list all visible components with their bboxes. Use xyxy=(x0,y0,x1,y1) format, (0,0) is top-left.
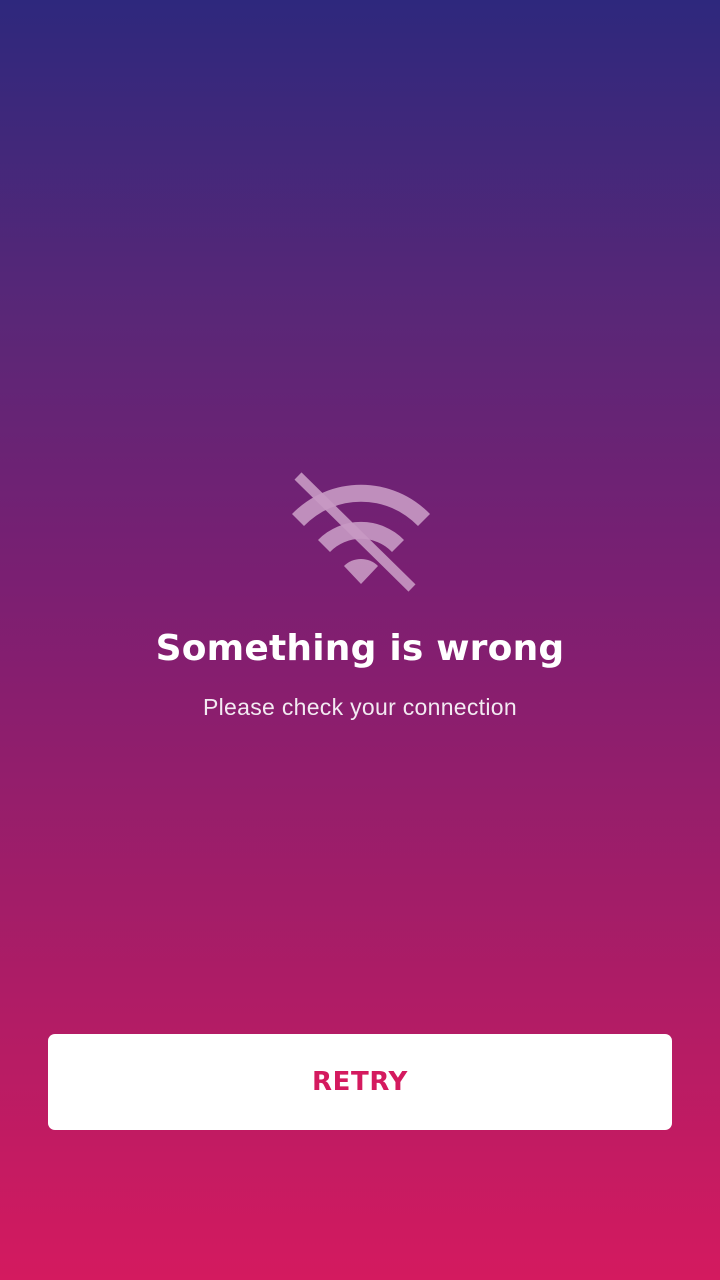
retry-button-label: RETRY xyxy=(312,1067,408,1097)
error-message: Please check your connection xyxy=(203,694,517,720)
wifi-off-icon xyxy=(292,472,430,592)
retry-button[interactable]: RETRY xyxy=(48,1034,672,1130)
error-screen: Something is wrong Please check your con… xyxy=(0,0,720,1280)
error-title: Something is wrong xyxy=(155,628,565,669)
wifi-off-icon-container xyxy=(0,462,720,594)
